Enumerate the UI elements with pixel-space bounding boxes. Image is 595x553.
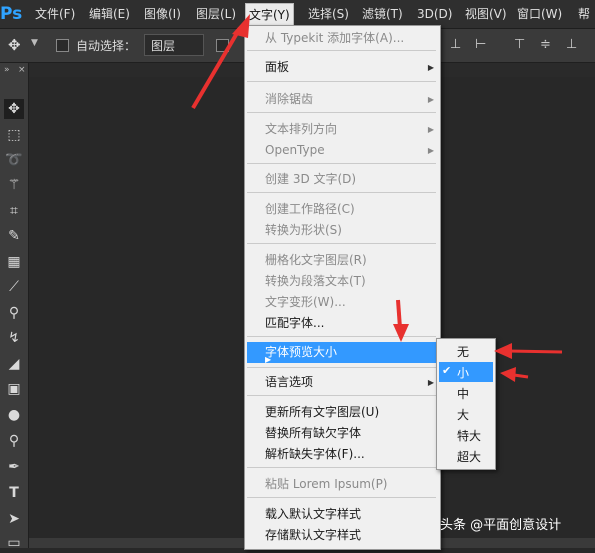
menu-file[interactable]: 文件(F) [32, 5, 78, 23]
menu-edit[interactable]: 编辑(E) [86, 5, 133, 23]
submenu-item-large[interactable]: 大 [457, 405, 469, 425]
menu-item-opentype[interactable]: OpenType [265, 140, 325, 160]
marquee-tool-icon[interactable]: ⬚ [4, 125, 24, 145]
submenu-arrow-icon: ▶ [427, 125, 434, 134]
menu-separator [247, 112, 436, 113]
submenu-item-extra-large[interactable]: 特大 [457, 426, 481, 446]
rectangle-tool-icon[interactable]: ▭ [4, 533, 24, 553]
menu-help[interactable]: 帮 [575, 5, 593, 23]
menu-window[interactable]: 窗口(W) [514, 5, 565, 23]
menu-separator [247, 467, 436, 468]
auto-select-dropdown[interactable]: 图层 [144, 34, 204, 56]
menu-item-load-default-type-styles[interactable]: 载入默认文字样式 [265, 504, 361, 524]
auto-select-value: 图层 [151, 39, 176, 53]
menu-item-match-font[interactable]: 匹配字体... [265, 313, 324, 333]
distribute-bottom-icon[interactable]: ⊥ [566, 37, 577, 52]
auto-select-label: 自动选择： [76, 39, 137, 53]
menu-3d[interactable]: 3D(D) [414, 5, 455, 23]
healing-brush-tool-icon[interactable]: ▦ [4, 252, 24, 272]
menu-item-font-preview-size[interactable]: 字体预览大小 ▶ [247, 342, 436, 364]
move-tool-icon[interactable]: ✥ [8, 37, 24, 53]
photoshop-logo: Ps [0, 4, 23, 24]
font-preview-size-submenu: 无 ✔ 小 中 大 特大 超大 [436, 338, 496, 470]
type-tool-icon[interactable]: T [4, 483, 24, 503]
tools-panel: » × ✥ ⬚ ➰ ⚚ ⌗ ✎ ▦ ⟋ ⚲ ↯ ◢ ▣ ● ⚲ ✒ T ➤ ▭ [0, 63, 29, 551]
menu-separator [247, 367, 436, 368]
menu-select[interactable]: 选择(S) [305, 5, 352, 23]
type-menu: 从 Typekit 添加字体(A)... 面板 ▶ 消除锯齿 ▶ 文本排列方向 … [244, 25, 441, 550]
submenu-arrow-icon: ▶ [427, 146, 434, 155]
eraser-tool-icon[interactable]: ◢ [4, 354, 24, 374]
menu-item-replace-missing-fonts[interactable]: 替换所有缺欠字体 [265, 423, 361, 443]
menu-item-language-options[interactable]: 语言选项 [265, 372, 313, 392]
crop-tool-icon[interactable]: ⌗ [4, 201, 24, 221]
menu-separator [247, 497, 436, 498]
menu-item-add-typekit-fonts[interactable]: 从 Typekit 添加字体(A)... [265, 28, 404, 48]
menu-separator [247, 243, 436, 244]
menu-separator [247, 163, 436, 164]
auto-select-checkbox[interactable] [56, 39, 69, 52]
move-tool-icon[interactable]: ✥ [4, 99, 24, 119]
transform-controls-checkbox[interactable] [216, 39, 229, 52]
menu-view[interactable]: 视图(V) [462, 5, 510, 23]
lasso-tool-icon[interactable]: ➰ [4, 150, 24, 170]
distribute-middle-icon[interactable]: ≑ [540, 37, 551, 52]
menu-item-paste-lorem-ipsum[interactable]: 粘贴 Lorem Ipsum(P) [265, 474, 388, 494]
menu-item-warp-text[interactable]: 文字变形(W)... [265, 292, 346, 312]
menu-item-update-all-text-layers[interactable]: 更新所有文字图层(U) [265, 402, 379, 422]
submenu-arrow-icon: ▶ [427, 378, 434, 387]
menu-item-resolve-missing-fonts[interactable]: 解析缺失字体(F)... [265, 444, 365, 464]
align-bottom-icon[interactable]: ⊥ [450, 37, 461, 52]
menu-item-anti-alias[interactable]: 消除锯齿 [265, 89, 313, 109]
blur-tool-icon[interactable]: ● [4, 405, 24, 425]
clone-stamp-tool-icon[interactable]: ⚲ [4, 303, 24, 323]
menu-filter[interactable]: 滤镜(T) [359, 5, 406, 23]
eyedropper-tool-icon[interactable]: ✎ [4, 226, 24, 246]
menu-item-convert-to-shape[interactable]: 转换为形状(S) [265, 220, 342, 240]
menu-item-save-default-type-styles[interactable]: 存储默认文字样式 [265, 525, 361, 545]
menu-layer[interactable]: 图层(L) [193, 5, 239, 23]
menu-separator [247, 192, 436, 193]
check-icon: ✔ [442, 364, 452, 377]
panel-close-icon[interactable]: × [18, 65, 26, 75]
menu-item-text-orientation[interactable]: 文本排列方向 [265, 119, 337, 139]
pen-tool-icon[interactable]: ✒ [4, 457, 24, 477]
panel-collapse-icon[interactable]: » [4, 65, 10, 75]
menu-separator [247, 50, 436, 51]
watermark: 头条 @平面创意设计 [440, 518, 562, 533]
submenu-item-medium[interactable]: 中 [457, 384, 469, 404]
menu-type[interactable]: 文字(Y) [245, 3, 294, 27]
brush-tool-icon[interactable]: ⟋ [4, 277, 24, 297]
submenu-item-small-label: 小 [457, 366, 470, 380]
submenu-arrow-icon: ▶ [427, 95, 434, 104]
arrow-to-small-option-icon [500, 367, 529, 382]
menu-separator [247, 395, 436, 396]
submenu-arrow-icon: ▶ [427, 63, 434, 72]
path-selection-tool-icon[interactable]: ➤ [4, 509, 24, 529]
dodge-tool-icon[interactable]: ⚲ [4, 431, 24, 451]
menu-item-convert-to-paragraph[interactable]: 转换为段落文本(T) [265, 271, 366, 291]
submenu-item-small[interactable]: ✔ 小 [439, 362, 493, 382]
menu-separator [247, 81, 436, 82]
menu-item-create-work-path[interactable]: 创建工作路径(C) [265, 199, 355, 219]
submenu-item-huge[interactable]: 超大 [457, 447, 481, 467]
magic-wand-tool-icon[interactable]: ⚚ [4, 175, 24, 195]
chevron-down-icon[interactable]: ▼ [31, 38, 38, 48]
arrow-to-none-option-icon [494, 343, 563, 359]
gradient-tool-icon[interactable]: ▣ [4, 379, 24, 399]
history-brush-tool-icon[interactable]: ↯ [4, 328, 24, 348]
align-left-icon[interactable]: ⊢ [475, 37, 486, 52]
menu-separator [247, 336, 436, 337]
menu-item-panels[interactable]: 面板 [265, 57, 289, 77]
menu-image[interactable]: 图像(I) [141, 5, 184, 23]
submenu-item-none[interactable]: 无 [457, 342, 469, 362]
distribute-top-icon[interactable]: ⊤ [514, 37, 525, 52]
menu-item-rasterize-type-layer[interactable]: 栅格化文字图层(R) [265, 250, 367, 270]
menu-item-create-3d-text[interactable]: 创建 3D 文字(D) [265, 169, 356, 189]
